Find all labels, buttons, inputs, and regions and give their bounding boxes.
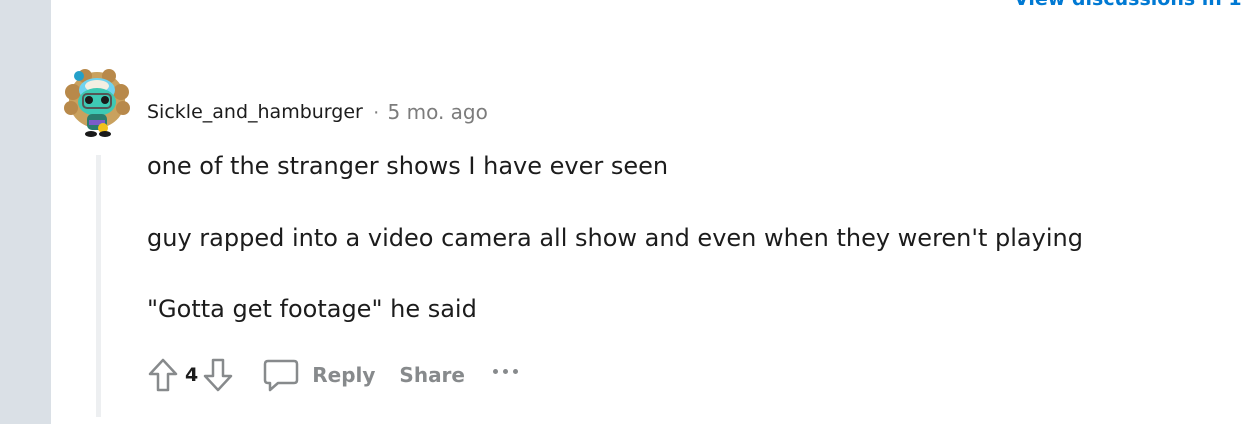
comment-paragraph: one of the stranger shows I have ever se… bbox=[147, 152, 669, 180]
reply-label: Reply bbox=[312, 363, 376, 387]
author-name[interactable]: Sickle_and_hamburger bbox=[147, 101, 363, 123]
view-discussions-link[interactable]: View discussions in 1 bbox=[1014, 0, 1242, 10]
share-button[interactable]: Share bbox=[399, 363, 465, 387]
more-options-icon[interactable] bbox=[493, 361, 518, 381]
snoo-avatar-icon[interactable] bbox=[61, 66, 133, 140]
upvote-button[interactable] bbox=[145, 355, 181, 395]
comment-actions: 4 Reply Share bbox=[145, 355, 518, 395]
comment-bubble-icon bbox=[263, 359, 299, 392]
thread-line[interactable] bbox=[96, 155, 101, 417]
comment-paragraph: "Gotta get footage" he said bbox=[147, 295, 477, 323]
comment-timestamp[interactable]: 5 mo. ago bbox=[388, 100, 488, 124]
downvote-button[interactable] bbox=[200, 355, 236, 395]
comment-paragraph: guy rapped into a video camera all show … bbox=[147, 224, 1083, 252]
reply-button[interactable]: Reply bbox=[262, 358, 375, 392]
more-dot bbox=[493, 368, 498, 374]
upvote-arrow-icon bbox=[148, 358, 178, 392]
more-dot bbox=[503, 368, 508, 374]
meta-separator: · bbox=[372, 100, 380, 123]
downvote-arrow-icon bbox=[203, 358, 233, 392]
left-gutter bbox=[0, 0, 51, 424]
more-dot bbox=[513, 368, 518, 374]
vote-score: 4 bbox=[185, 364, 199, 386]
comment-meta: Sickle_and_hamburger · 5 mo. ago bbox=[147, 97, 488, 127]
